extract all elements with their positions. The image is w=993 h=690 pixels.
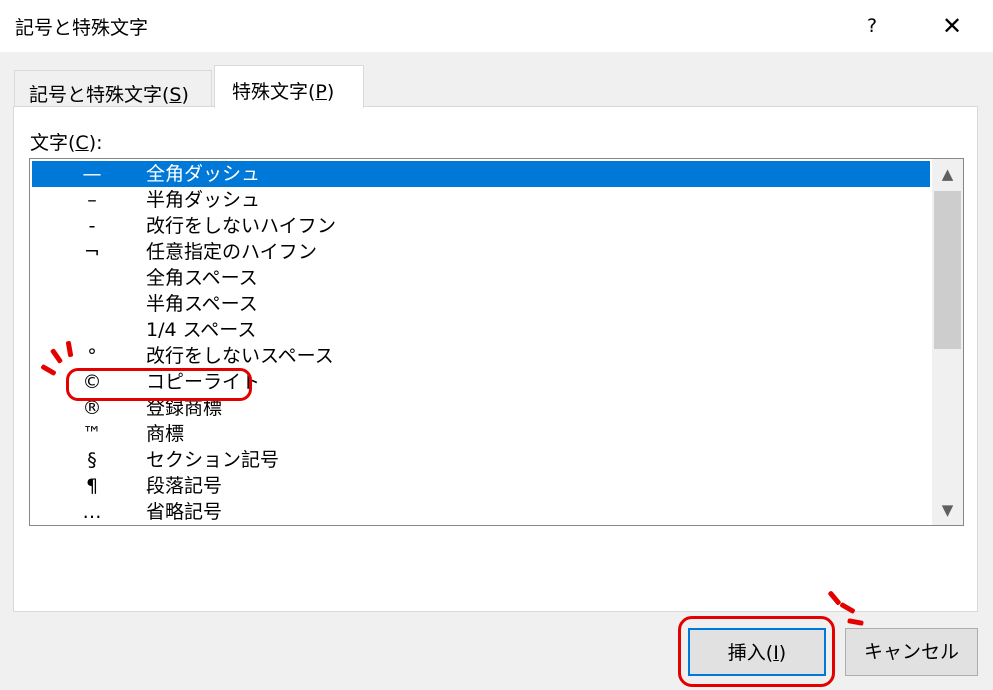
list-item[interactable]: ¶ 段落記号	[32, 473, 930, 499]
scroll-up-arrow-icon[interactable]: ▲	[932, 159, 963, 189]
character-symbol: ™	[82, 423, 102, 445]
list-item[interactable]: 全角スペース	[32, 265, 930, 291]
scroll-thumb[interactable]	[934, 191, 961, 349]
title-bar: 記号と特殊文字 ? ✕	[0, 0, 993, 52]
cancel-button[interactable]: キャンセル	[845, 628, 978, 676]
copyright-highlight-annotation	[66, 368, 252, 401]
list-item[interactable]: 半角スペース	[32, 291, 930, 317]
character-symbol: –	[87, 189, 97, 211]
character-name: セクション記号	[146, 449, 280, 471]
character-symbol: …	[82, 501, 102, 523]
list-item[interactable]: — 全角ダッシュ	[32, 161, 930, 187]
list-item[interactable]: § セクション記号	[32, 447, 930, 473]
emphasis-mark	[847, 618, 864, 626]
help-button[interactable]: ?	[855, 6, 889, 46]
characters-label: 文字(C):	[30, 132, 103, 154]
special-character-list[interactable]: — 全角ダッシュ – 半角ダッシュ - 改行をしないハイフン ¬ 任意指定のハイフン 全角スペー…	[29, 158, 964, 526]
character-symbol: §	[87, 449, 97, 471]
list-item[interactable]: - 改行をしないハイフン	[32, 213, 930, 239]
character-symbol: -	[88, 215, 96, 237]
character-name: 改行をしないスペース	[146, 345, 334, 367]
dialog-title: 記号と特殊文字	[15, 17, 149, 39]
insert-button[interactable]: 挿入(I)	[688, 628, 826, 676]
character-symbol: —	[82, 163, 102, 185]
character-symbol: °	[87, 345, 97, 367]
character-name: 全角ダッシュ	[146, 163, 261, 185]
list-item[interactable]: ™ 商標	[32, 421, 930, 447]
scroll-down-arrow-icon[interactable]: ▼	[932, 495, 963, 525]
character-name: 商標	[146, 423, 185, 445]
character-name: 任意指定のハイフン	[146, 241, 318, 263]
character-name: 段落記号	[146, 475, 223, 497]
character-name: 1/4 スペース	[146, 319, 257, 341]
character-name: 半角スペース	[146, 293, 258, 315]
list-item[interactable]: … 省略記号	[32, 499, 930, 525]
list-scrollbar[interactable]: ▲ ▼	[932, 159, 963, 525]
close-button[interactable]: ✕	[930, 6, 974, 46]
list-item[interactable]: ¬ 任意指定のハイフン	[32, 239, 930, 265]
character-name: 半角ダッシュ	[146, 189, 261, 211]
character-name: 全角スペース	[146, 267, 258, 289]
character-symbol: ¶	[85, 475, 99, 497]
list-item[interactable]: ° 改行をしないスペース	[32, 343, 930, 369]
character-name: 省略記号	[146, 501, 223, 523]
character-name: 改行をしないハイフン	[146, 215, 337, 237]
list-item[interactable]: 1/4 スペース	[32, 317, 930, 343]
list-item[interactable]: – 半角ダッシュ	[32, 187, 930, 213]
tab-symbols[interactable]: 記号と特殊文字(S)	[14, 70, 212, 106]
character-symbol: ¬	[84, 241, 100, 263]
tab-special-characters[interactable]: 特殊文字(P)	[214, 65, 364, 108]
